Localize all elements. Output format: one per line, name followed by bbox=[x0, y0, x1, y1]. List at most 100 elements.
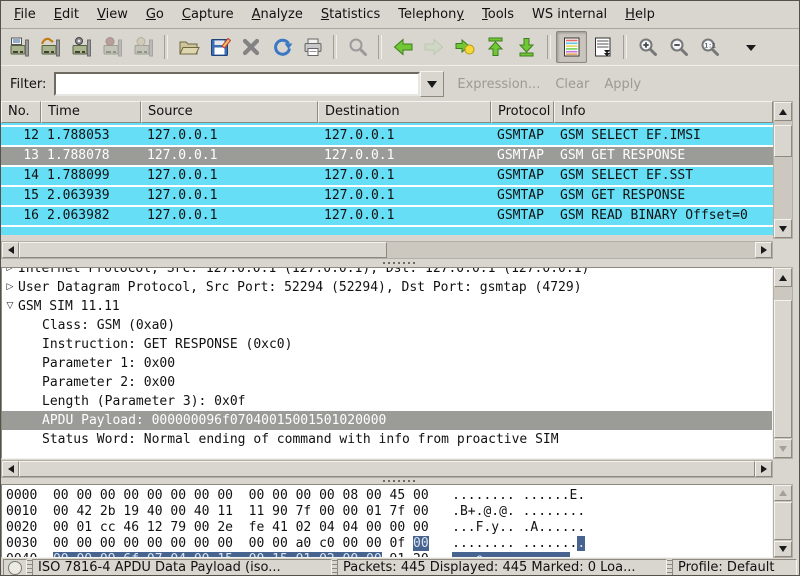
scroll-up-button[interactable] bbox=[774, 485, 792, 501]
print-button[interactable] bbox=[297, 31, 328, 63]
colorize-button[interactable] bbox=[556, 31, 587, 63]
packet-list-hscrollbar[interactable] bbox=[1, 241, 773, 259]
column-header-no[interactable]: No. bbox=[1, 101, 41, 123]
cell-info: GSM GET RESPONSE bbox=[560, 187, 685, 204]
scroll-down-button[interactable] bbox=[774, 541, 792, 557]
go-to-packet-button[interactable] bbox=[449, 31, 480, 63]
detail-line[interactable]: ▽GSM SIM 11.11 bbox=[2, 297, 772, 316]
hex-vscrollbar[interactable] bbox=[773, 484, 793, 558]
packet-row-15[interactable]: 152.063939127.0.0.1127.0.0.1GSMTAPGSM GE… bbox=[1, 187, 773, 207]
capture-start-button[interactable] bbox=[66, 31, 97, 63]
packet-row-13[interactable]: 131.788078127.0.0.1127.0.0.1GSMTAPGSM GE… bbox=[1, 147, 773, 167]
capture-options-button[interactable] bbox=[35, 31, 66, 63]
scroll-right-button[interactable] bbox=[755, 242, 772, 258]
detail-line[interactable]: Class: GSM (0xa0) bbox=[2, 316, 772, 335]
filter-input[interactable] bbox=[54, 72, 420, 96]
close-file-button[interactable] bbox=[235, 31, 266, 63]
scrollbar-thumb[interactable] bbox=[19, 461, 755, 477]
cell-proto: GSMTAP bbox=[497, 127, 544, 144]
profile-segment[interactable]: Profile: Default bbox=[672, 559, 797, 576]
packet-list-vscrollbar[interactable] bbox=[773, 101, 793, 239]
column-header-source[interactable]: Source bbox=[141, 101, 318, 123]
filter-dropdown-button[interactable] bbox=[420, 71, 444, 97]
detail-line[interactable]: Parameter 1: 0x00 bbox=[2, 354, 772, 373]
apply-button[interactable]: Apply bbox=[604, 77, 641, 92]
detail-line[interactable]: Length (Parameter 3): 0x0f bbox=[2, 392, 772, 411]
arrow-left-icon bbox=[8, 465, 14, 473]
save-file-button[interactable] bbox=[204, 31, 235, 63]
menu-file[interactable]: File bbox=[5, 3, 45, 26]
column-header-protocol[interactable]: Protocol bbox=[491, 101, 554, 123]
column-header-info[interactable]: Info bbox=[554, 101, 773, 123]
go-to-bottom-button[interactable] bbox=[511, 31, 542, 63]
cell-proto: GSMTAP bbox=[497, 187, 544, 204]
zoom-in-button[interactable] bbox=[632, 31, 663, 63]
menu-tools[interactable]: Tools bbox=[473, 3, 523, 26]
scroll-down-button[interactable] bbox=[774, 219, 792, 238]
menu-telephony[interactable]: Telephony bbox=[389, 3, 473, 26]
column-header-destination[interactable]: Destination bbox=[318, 101, 491, 123]
packet-row-14[interactable]: 141.788099127.0.0.1127.0.0.1GSMTAPGSM SE… bbox=[1, 167, 773, 187]
detail-line[interactable]: Parameter 2: 0x00 bbox=[2, 373, 772, 392]
menu-help[interactable]: Help bbox=[616, 3, 664, 26]
hex-row-0010[interactable]: 0010 00 42 2b 19 40 00 40 11 11 90 7f 00… bbox=[6, 504, 772, 520]
scrollbar-thumb[interactable] bbox=[774, 300, 792, 438]
scrollbar-thumb[interactable] bbox=[19, 242, 387, 258]
go-forward-button[interactable] bbox=[418, 31, 449, 63]
packet-row[interactable] bbox=[1, 227, 773, 235]
go-back-button[interactable] bbox=[387, 31, 418, 63]
open-file-button[interactable] bbox=[173, 31, 204, 63]
go-to-top-button[interactable] bbox=[480, 31, 511, 63]
expander-closed-icon[interactable]: ▷ bbox=[2, 267, 18, 278]
details-hscrollbar[interactable] bbox=[1, 460, 773, 478]
interface-list-button[interactable] bbox=[4, 31, 35, 63]
hex-row-0000[interactable]: 0000 00 00 00 00 00 00 00 00 00 00 00 00… bbox=[6, 488, 772, 504]
scrollbar-thumb[interactable] bbox=[774, 502, 792, 540]
zoom-out-button[interactable] bbox=[663, 31, 694, 63]
hex-row-0020[interactable]: 0020 00 01 cc 46 12 79 00 2e fe 41 02 04… bbox=[6, 520, 772, 536]
column-header-time[interactable]: Time bbox=[41, 101, 141, 123]
auto-scroll-button[interactable] bbox=[587, 31, 618, 63]
packet-row-12[interactable]: 121.788053127.0.0.1127.0.0.1GSMTAPGSM SE… bbox=[1, 127, 773, 147]
reload-button[interactable] bbox=[266, 31, 297, 63]
menu-statistics[interactable]: Statistics bbox=[312, 3, 389, 26]
menu-edit[interactable]: Edit bbox=[45, 3, 88, 26]
expander-open-icon[interactable]: ▽ bbox=[2, 297, 18, 316]
cell-info: GSM SELECT EF.SST bbox=[560, 167, 693, 184]
menu-capture[interactable]: Capture bbox=[173, 3, 243, 26]
zoom-100-button[interactable]: 1:1 bbox=[694, 31, 725, 63]
packet-row-16[interactable]: 162.063982127.0.0.1127.0.0.1GSMTAPGSM RE… bbox=[1, 207, 773, 227]
scroll-left-button[interactable] bbox=[2, 242, 19, 258]
scroll-right-button[interactable] bbox=[755, 461, 772, 477]
detail-line[interactable]: Status Word: Normal ending of command wi… bbox=[2, 430, 772, 449]
scroll-left-button[interactable] bbox=[2, 461, 19, 477]
menu-analyze[interactable]: Analyze bbox=[243, 3, 312, 26]
menu-ws-internal[interactable]: WS internal bbox=[523, 3, 616, 26]
menu-go[interactable]: Go bbox=[137, 3, 173, 26]
detail-line[interactable]: ▷Internet Protocol, Src: 127.0.0.1 (127.… bbox=[2, 267, 772, 278]
hex-bytes: 00 42 2b 19 40 00 40 11 11 90 7f 00 00 0… bbox=[53, 504, 429, 519]
hex-row-0030[interactable]: 0030 00 00 00 00 00 00 00 00 00 00 a0 c0… bbox=[6, 536, 772, 552]
scroll-up-button[interactable] bbox=[774, 268, 792, 287]
detail-line[interactable]: Instruction: GET RESPONSE (0xc0) bbox=[2, 335, 772, 354]
detail-line[interactable]: ▷User Datagram Protocol, Src Port: 52294… bbox=[2, 278, 772, 297]
expert-info-button[interactable] bbox=[3, 559, 27, 576]
scroll-down-button[interactable] bbox=[774, 439, 792, 458]
expander-closed-icon[interactable]: ▷ bbox=[2, 278, 18, 297]
scrollbar-thumb[interactable] bbox=[774, 125, 792, 157]
expression-button[interactable]: Expression... bbox=[457, 77, 540, 92]
find-packet-button[interactable] bbox=[342, 31, 373, 63]
detail-line[interactable]: APDU Payload: 000000096f0704001500150102… bbox=[2, 411, 772, 430]
toolbar-separator bbox=[164, 35, 168, 59]
capture-stop-button[interactable] bbox=[97, 31, 128, 63]
details-vscrollbar[interactable] bbox=[773, 267, 793, 459]
cell-src: 127.0.0.1 bbox=[147, 147, 217, 164]
clear-button[interactable]: Clear bbox=[555, 77, 589, 92]
capture-restart-button[interactable] bbox=[128, 31, 159, 63]
detail-text: Class: GSM (0xa0) bbox=[42, 318, 175, 333]
arrow-down-icon bbox=[779, 226, 787, 232]
menu-view[interactable]: View bbox=[88, 3, 137, 26]
toolbar-overflow-button[interactable] bbox=[743, 31, 765, 63]
pane-splitter-top[interactable] bbox=[1, 259, 799, 266]
scroll-up-button[interactable] bbox=[774, 102, 792, 121]
